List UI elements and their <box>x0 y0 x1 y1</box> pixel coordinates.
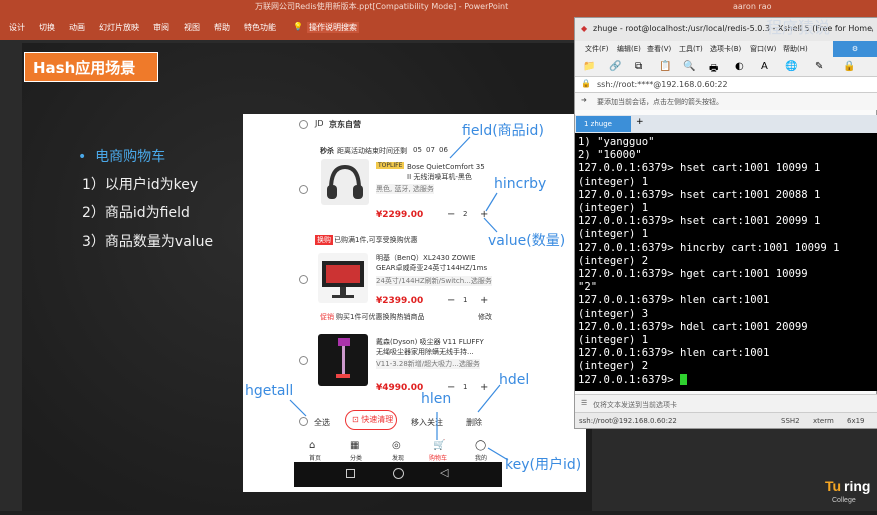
new-session-icon[interactable]: 📁 <box>583 61 595 72</box>
color-scheme-icon[interactable]: ◐ <box>735 61 744 72</box>
session-tab[interactable]: 1 zhuge <box>576 116 631 132</box>
menu-file[interactable]: 文件(F) <box>585 44 609 54</box>
annotation-hgetall: hgetall <box>245 383 294 399</box>
terminal-line: (integer) 2 <box>578 360 649 373</box>
terminal-line: "2" <box>578 281 598 294</box>
tuling-logo-mark: Tu ring College <box>825 478 870 504</box>
paste-icon[interactable]: 📋 <box>659 61 671 72</box>
xshell-address-bar: 🔒 ssh://root:****@192.168.0.60:22 <box>575 77 877 93</box>
annotation-hincrby: hincrby <box>494 176 547 192</box>
terminal-line: (integer) 1 <box>578 202 649 215</box>
terminal-line: 127.0.0.1:6379> hdel cart:1001 20099 <box>578 320 808 333</box>
xshell-title-bar: ◆ zhuge - root@localhost:/usr/local/redi… <box>575 18 877 41</box>
terminal-line: 127.0.0.1:6379> hset cart:1001 20099 1 <box>578 215 821 228</box>
watermark: 程序猿说 <box>766 18 831 37</box>
terminal-line: 127.0.0.1:6379> hset cart:1001 10099 1 <box>578 162 821 175</box>
remote-assist-button[interactable]: ⚙ <box>833 41 877 57</box>
terminal-line: 127.0.0.1:6379> hget cart:1001 10099 <box>578 268 808 281</box>
compose-bar[interactable]: ☰ 仅将文本发送到当前选项卡 <box>575 394 877 412</box>
font-icon[interactable]: A <box>761 61 768 72</box>
connect-icon[interactable]: 🔗 <box>609 61 621 72</box>
session-address[interactable]: ssh://root:****@192.168.0.60:22 <box>597 80 728 89</box>
svg-text:College: College <box>832 497 856 504</box>
session-hint-text: 要添加当前会话，点击左侧的箭头按钮。 <box>597 98 723 106</box>
annotation-field: field(商品id) <box>462 123 544 139</box>
menu-view[interactable]: 查看(V) <box>647 44 671 54</box>
terminal-line: (integer) 1 <box>578 334 649 347</box>
menu-tools[interactable]: 工具(T) <box>679 44 703 54</box>
svg-text:Tu: Tu <box>825 478 841 494</box>
address-lock-icon: 🔒 <box>581 79 591 88</box>
copy-icon[interactable]: ⧉ <box>635 61 642 72</box>
annotation-key: key(用户id) <box>505 457 582 473</box>
xshell-app-icon: ◆ <box>581 24 588 33</box>
hint-arrow-icon: ➜ <box>581 96 587 104</box>
terminal-line: (integer) 1 <box>578 228 649 241</box>
terminal-line: 127.0.0.1:6379> hlen cart:1001 <box>578 347 770 360</box>
terminal-line: (integer) 1 <box>578 175 649 188</box>
annotation-hlen: hlen <box>421 391 452 407</box>
add-tab-button[interactable]: + <box>636 117 644 127</box>
terminal-line: 2) "16000" <box>578 149 642 162</box>
lock-icon[interactable]: 🔒 <box>843 61 855 72</box>
svg-text:ring: ring <box>844 478 870 494</box>
menu-help[interactable]: 帮助(H) <box>783 44 808 54</box>
status-connection: ssh://root@192.168.0.60:22 <box>579 417 677 425</box>
terminal-output[interactable]: 1) "yangguo" 2) "16000" 127.0.0.1:6379> hs… <box>575 133 877 391</box>
compose-icon: ☰ <box>581 399 588 407</box>
script-icon[interactable]: ✎ <box>815 61 823 72</box>
xshell-session-hint: ➜ 要添加当前会话，点击左侧的箭头按钮。 <box>575 93 877 110</box>
xshell-window-title: zhuge - root@localhost:/usr/local/redis-… <box>593 24 873 33</box>
xshell-menu-bar: 文件(F) 编辑(E) 查看(V) 工具(T) 选项卡(B) 窗口(W) 帮助(… <box>575 41 877 57</box>
compose-hint: 仅将文本发送到当前选项卡 <box>593 401 677 409</box>
terminal-line: (integer) 2 <box>578 254 649 267</box>
status-size: 6x19 <box>847 417 865 425</box>
terminal-cursor <box>680 374 688 386</box>
annotation-hdel: hdel <box>499 372 530 388</box>
tuling-logo: Tu ring College <box>822 466 877 511</box>
status-protocol: SSH2 <box>781 417 800 425</box>
terminal-prompt-line[interactable]: 127.0.0.1:6379> <box>578 374 877 387</box>
terminal-line: (integer) 3 <box>578 307 649 320</box>
terminal-line: 127.0.0.1:6379> hset cart:1001 20088 1 <box>578 188 821 201</box>
globe-icon[interactable]: 🌐 <box>785 61 797 72</box>
menu-tabs[interactable]: 选项卡(B) <box>710 44 741 54</box>
print-icon[interactable]: 🖶 <box>709 61 718 78</box>
annotation-value: value(数量) <box>488 233 566 249</box>
xshell-toolbar: 📁 🔗 ⧉ 📋 🔍 🖶 ◐ A 🌐 ✎ 🔒 <box>575 57 877 77</box>
menu-window[interactable]: 窗口(W) <box>750 44 776 54</box>
xshell-status-bar: ssh://root@192.168.0.60:22 SSH2 xterm 6x… <box>575 412 877 428</box>
status-terminal-type: xterm <box>813 417 834 425</box>
menu-edit[interactable]: 编辑(E) <box>617 44 641 54</box>
terminal-line: 127.0.0.1:6379> hincrby cart:1001 10099 … <box>578 241 840 254</box>
terminal-line: 127.0.0.1:6379> hlen cart:1001 <box>578 294 770 307</box>
terminal-line: 1) "yangguo" <box>578 136 655 148</box>
find-icon[interactable]: 🔍 <box>683 61 695 72</box>
